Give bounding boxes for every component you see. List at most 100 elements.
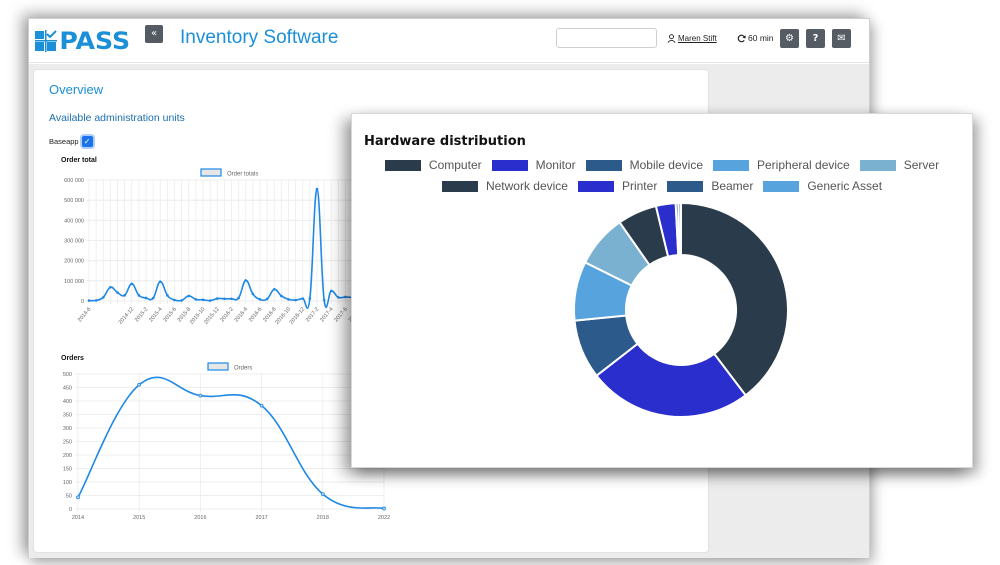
data-point bbox=[337, 296, 340, 299]
legend-swatch bbox=[491, 159, 528, 171]
legend-label: Computer bbox=[428, 158, 482, 172]
x-tick-label: 2016-2 bbox=[219, 306, 235, 323]
legend-swatch bbox=[200, 168, 222, 177]
legend-item[interactable]: Peripheral device bbox=[713, 158, 850, 172]
x-tick-label: 2022 bbox=[378, 515, 390, 521]
legend-label: Monitor bbox=[535, 158, 576, 172]
legend-label: Peripheral device bbox=[757, 158, 850, 172]
x-tick-label: 2016 bbox=[194, 515, 206, 521]
user-name: Maren Stift bbox=[678, 34, 717, 43]
data-point bbox=[137, 382, 142, 387]
legend-label: Server bbox=[903, 158, 940, 172]
x-tick-label: 2018 bbox=[317, 515, 329, 521]
data-point bbox=[144, 296, 148, 300]
help-button[interactable]: ? bbox=[806, 29, 825, 48]
legend-label: Printer bbox=[621, 179, 658, 193]
legend-item[interactable]: Network device bbox=[441, 179, 568, 193]
x-tick-label: 2015 bbox=[133, 515, 145, 521]
data-point bbox=[94, 299, 98, 302]
x-tick-label: 2014-6 bbox=[77, 306, 93, 323]
legend-label: Generic Asset bbox=[807, 179, 883, 193]
baseapp-checkbox[interactable]: ✓ bbox=[81, 136, 93, 147]
legend-label: Beamer bbox=[711, 179, 754, 193]
legend-item[interactable]: Beamer bbox=[667, 179, 753, 193]
y-tick-label: 400 000 bbox=[64, 218, 84, 224]
orders-chart: Orders 0 50 100 150 200 250 300 350 400 450 500 2014… bbox=[63, 362, 390, 521]
legend-item[interactable]: Printer bbox=[577, 179, 658, 193]
data-point bbox=[137, 294, 141, 297]
top-bar: PASS « Inventory Software Maren Stift 60… bbox=[29, 19, 869, 63]
data-point bbox=[382, 506, 386, 511]
y-tick-label: 0 bbox=[69, 507, 72, 513]
data-point bbox=[215, 297, 219, 300]
mail-button[interactable]: ✉ bbox=[832, 29, 851, 48]
x-tick-label: 2016-4 bbox=[234, 306, 250, 323]
legend-swatch bbox=[859, 159, 896, 171]
app-title: Inventory Software bbox=[180, 27, 339, 48]
legend-item[interactable]: Server bbox=[859, 158, 940, 172]
data-point bbox=[208, 299, 212, 302]
data-point bbox=[329, 289, 333, 293]
hardware-distribution-title: Hardware distribution bbox=[364, 134, 526, 149]
pie-legend-row-1: Computer Monitor Mobile device Peripheral d… bbox=[352, 158, 972, 172]
data-point bbox=[87, 299, 91, 302]
data-point bbox=[244, 279, 248, 282]
mail-icon: ✉ bbox=[837, 33, 846, 44]
data-point bbox=[294, 298, 297, 302]
data-point bbox=[237, 296, 240, 300]
settings-button[interactable]: ⚙ bbox=[780, 29, 799, 48]
pie-legend-row-2: Network device Printer Beamer Generic Asset bbox=[352, 179, 972, 193]
y-tick-label: 450 bbox=[63, 386, 72, 392]
orders-line bbox=[77, 376, 385, 510]
legend-item[interactable]: Monitor bbox=[491, 158, 576, 172]
hardware-distribution-donut bbox=[573, 201, 789, 418]
data-point bbox=[123, 294, 126, 297]
y-tick-label: 500 bbox=[63, 372, 72, 378]
data-point bbox=[130, 282, 134, 286]
question-icon: ? bbox=[812, 33, 819, 44]
data-point bbox=[198, 393, 203, 398]
legend-swatch bbox=[384, 159, 421, 171]
y-tick-label: 250 bbox=[63, 440, 72, 446]
administration-units-title: Available administration units bbox=[49, 112, 185, 124]
legend-item[interactable]: Mobile device bbox=[585, 158, 703, 172]
legend-item[interactable]: Generic Asset bbox=[763, 179, 882, 193]
data-point bbox=[272, 288, 276, 291]
data-point bbox=[259, 403, 264, 408]
x-tick-label: 2017 bbox=[255, 515, 267, 521]
data-point bbox=[308, 297, 312, 300]
legend-swatch bbox=[667, 180, 704, 192]
y-tick-label: 350 bbox=[63, 413, 72, 419]
pass-logo[interactable]: PASS bbox=[35, 27, 130, 55]
data-point bbox=[194, 298, 198, 301]
x-tick-label: 2015-2 bbox=[134, 306, 150, 323]
y-tick-label: 100 000 bbox=[64, 279, 84, 285]
data-point bbox=[201, 298, 205, 302]
baseapp-option: Baseapp ✓ bbox=[49, 136, 93, 147]
x-tick-label: 2015-4 bbox=[148, 306, 164, 323]
donut-slice-generic-asset bbox=[677, 201, 682, 257]
double-chevron-left-icon: « bbox=[150, 28, 158, 39]
collapse-sidebar-button[interactable]: « bbox=[145, 25, 163, 43]
legend-label: Network device bbox=[485, 179, 568, 193]
legend-swatch bbox=[441, 180, 478, 192]
data-point bbox=[230, 297, 233, 301]
y-tick-label: 0 bbox=[81, 299, 84, 305]
x-tick-label: 2016-12 bbox=[289, 306, 307, 325]
x-tick-label: 2015-12 bbox=[203, 306, 221, 325]
data-point bbox=[101, 296, 105, 299]
logo-grid-check-icon bbox=[35, 30, 57, 52]
overview-title: Overview bbox=[49, 82, 104, 97]
data-point bbox=[109, 285, 112, 289]
data-point bbox=[301, 297, 305, 300]
y-tick-label: 50 bbox=[66, 494, 72, 500]
data-point bbox=[320, 492, 325, 497]
search-input[interactable] bbox=[556, 28, 657, 48]
user-profile-link[interactable]: Maren Stift bbox=[667, 34, 717, 43]
legend-item[interactable]: Computer bbox=[384, 158, 482, 172]
x-tick-label: 2017-4 bbox=[319, 306, 335, 323]
y-tick-label: 200 000 bbox=[64, 259, 84, 265]
x-tick-label: 2015-6 bbox=[162, 306, 178, 323]
legend-swatch bbox=[585, 159, 622, 171]
user-icon bbox=[667, 34, 676, 43]
